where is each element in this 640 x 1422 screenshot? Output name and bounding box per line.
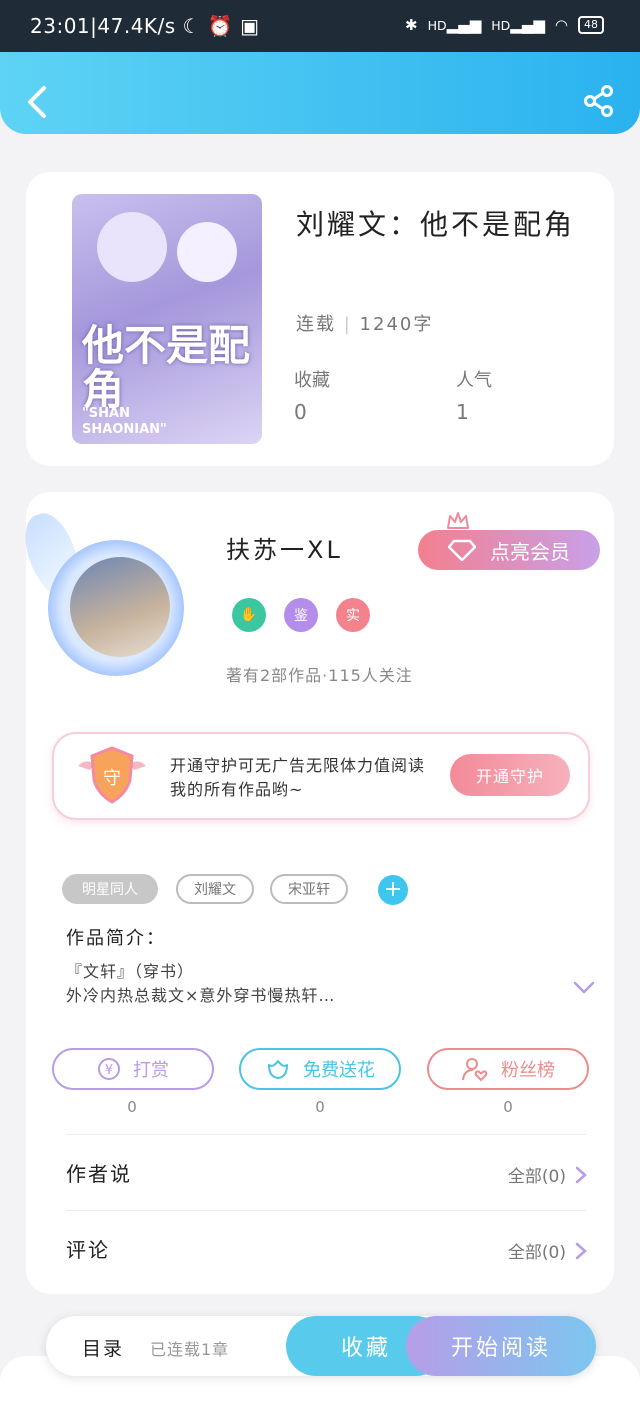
status-icons: ✱ HD▂▄▆ HD▂▄▆ ◠ 48 [405, 16, 604, 34]
book-status: 连载 | 1240字 [296, 314, 434, 335]
header-bar [0, 52, 640, 134]
comments-label: 评论 [66, 1238, 110, 1262]
back-arrow-icon[interactable] [22, 84, 50, 120]
author-name[interactable]: 扶苏一XL [226, 530, 343, 565]
crown-icon [447, 512, 469, 529]
status-bar: 23:01|47.4K/s ☾ ⏰ ▣ ✱ HD▂▄▆ HD▂▄▆ ◠ 48 [0, 0, 640, 52]
cover-figure-2 [177, 222, 237, 282]
collect-value: 0 [294, 400, 307, 424]
wifi-icon: ◠ [554, 16, 568, 34]
signal-icon-2: HD▂▄▆ [491, 16, 545, 34]
tag-celebrity-fanfic[interactable]: 明星同人 [62, 874, 158, 904]
tag-song-yaxuan[interactable]: 宋亚轩 [270, 874, 348, 904]
divider [66, 1134, 586, 1135]
divider [66, 1210, 586, 1211]
reward-label: 打赏 [133, 1060, 169, 1081]
fan-count: 0 [503, 1098, 513, 1116]
open-guard-button[interactable]: 开通守护 [450, 754, 570, 796]
fan-heart-icon [462, 1058, 488, 1082]
start-reading-button[interactable]: 开始阅读 [406, 1316, 596, 1376]
table-of-contents-button[interactable]: 目录 [82, 1334, 124, 1361]
signal-icon-1: HD▂▄▆ [427, 16, 482, 34]
chevron-down-icon[interactable] [572, 980, 596, 996]
fan-ranking-button[interactable]: 粉丝榜 [427, 1048, 589, 1090]
popularity-label: 人气 [456, 370, 492, 391]
guard-text: 开通守护可无广告无限体力值阅读我的所有作品哟~ [170, 756, 426, 799]
fan-ranking-label: 粉丝榜 [501, 1060, 555, 1081]
chevron-right-icon [575, 1242, 587, 1259]
flower-count: 0 [315, 1098, 325, 1116]
comments-count: 全部(0) [507, 1243, 566, 1263]
reward-count: 0 [127, 1098, 137, 1116]
status-time: 23:01|47.4K/s ☾ ⏰ ▣ [30, 14, 260, 38]
book-cover[interactable]: 他不是配角 "SHAN SHAONIAN" [72, 194, 262, 444]
cover-subtitle: "SHAN SHAONIAN" [82, 406, 167, 437]
chevron-right-icon [575, 1166, 587, 1183]
cover-figure-1 [97, 212, 167, 282]
intro-text: 『文轩』（穿书） 外冷内热总裁文×意外穿书慢热轩… [66, 960, 335, 1008]
send-flower-label: 免费送花 [303, 1060, 375, 1081]
cover-title: 他不是配角 [82, 321, 251, 414]
popularity-value: 1 [456, 400, 469, 424]
vip-button[interactable]: 点亮会员 [418, 530, 600, 570]
guard-shield-icon: 守 [78, 746, 146, 804]
verified-badge[interactable]: 鉴 [284, 598, 318, 632]
send-flower-button[interactable]: 免费送花 [239, 1048, 401, 1090]
intro-label: 作品简介： [66, 928, 166, 949]
add-tag-button[interactable]: + [378, 875, 408, 905]
serial-status: 已连载1章 [150, 1340, 230, 1359]
bluetooth-icon: ✱ [405, 16, 418, 34]
tag-liu-yaowen[interactable]: 刘耀文 [176, 874, 254, 904]
real-name-badge[interactable]: 实 [336, 598, 370, 632]
book-title: 刘耀文：他不是配角 [296, 208, 576, 241]
author-avatar[interactable] [70, 557, 170, 657]
battery-icon: 48 [578, 16, 604, 34]
intro-line-2: 外冷内热总裁文×意外穿书慢热轩… [66, 986, 336, 1005]
comments-more[interactable]: 全部(0) [508, 1238, 588, 1263]
works-info: 著有2部作品·115人关注 [226, 666, 413, 685]
yen-coin-icon: ¥ [98, 1058, 120, 1080]
reward-button[interactable]: ¥ 打赏 [52, 1048, 214, 1090]
share-icon[interactable] [582, 84, 616, 118]
author-says-count: 全部(0) [507, 1167, 566, 1187]
guard-icon-char: 守 [103, 768, 121, 789]
svg-text:¥: ¥ [105, 1063, 113, 1078]
author-says-label: 作者说 [66, 1162, 132, 1186]
diamond-icon [448, 539, 476, 561]
flower-icon [268, 1060, 288, 1079]
vip-button-label: 点亮会员 [490, 539, 570, 564]
intro-line-1: 『文轩』（穿书） [66, 962, 195, 981]
author-says-more[interactable]: 全部(0) [508, 1162, 588, 1187]
handshake-badge-icon[interactable]: ✋ [232, 598, 266, 632]
collect-label: 收藏 [294, 370, 330, 391]
